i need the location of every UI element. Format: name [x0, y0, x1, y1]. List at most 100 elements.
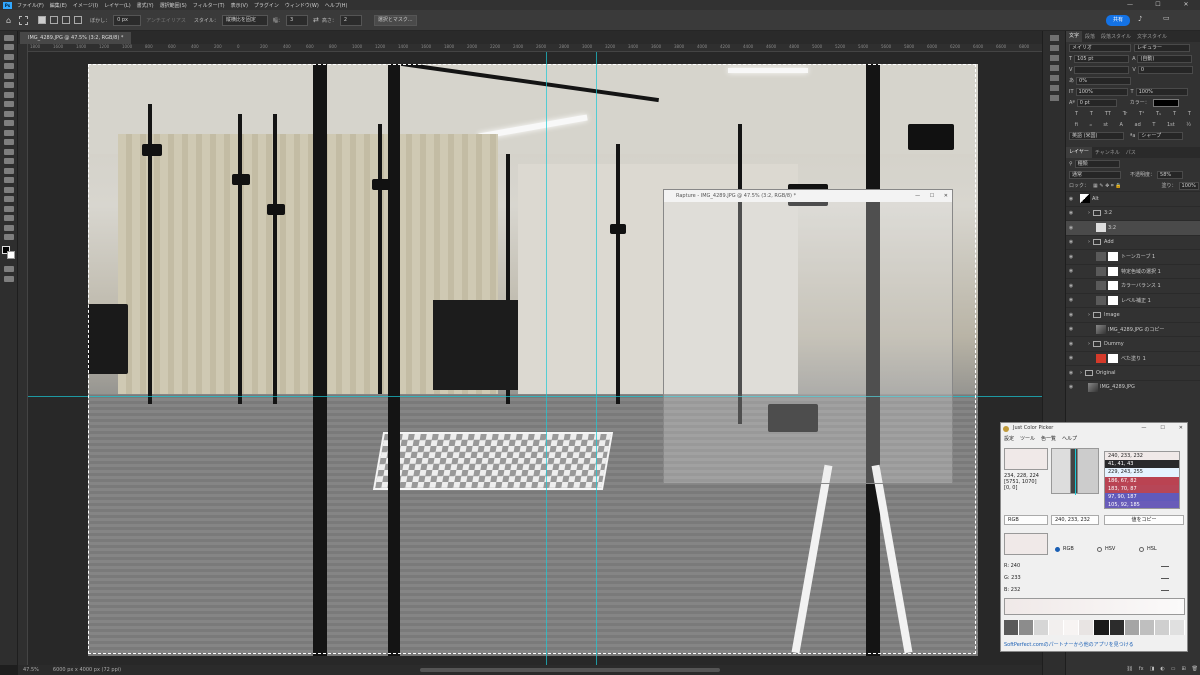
antialias-select[interactable]: シャープ: [1138, 131, 1184, 140]
properties-icon[interactable]: [1049, 45, 1059, 51]
swap-icon[interactable]: ⇄: [313, 16, 319, 24]
rapture-title-bar[interactable]: Rapture - IMG_4289.JPG @ 47.5% (3:2, RGB…: [664, 190, 952, 202]
color-history-item[interactable]: 229, 243, 255: [1105, 468, 1179, 477]
chevron-right-icon[interactable]: ›: [1088, 341, 1090, 347]
visibility-eye-icon[interactable]: ◉: [1066, 225, 1076, 231]
lasso-tool-icon[interactable]: [3, 53, 14, 60]
palette-swatch[interactable]: [1154, 620, 1170, 635]
palette-swatch[interactable]: [1004, 620, 1020, 635]
layer-row[interactable]: ◉ › Original: [1066, 365, 1200, 380]
paragraph-icon[interactable]: [1049, 65, 1059, 71]
palette-swatch[interactable]: [1034, 620, 1050, 635]
opacity-input[interactable]: 58%: [1157, 170, 1184, 179]
layer-row[interactable]: ◉ Alt: [1066, 191, 1200, 206]
tsume-input[interactable]: 0%: [1076, 76, 1132, 85]
strikethrough-button[interactable]: T: [1188, 111, 1191, 117]
frame-tool-icon[interactable]: [3, 82, 14, 88]
font-size-input[interactable]: 105 pt: [1074, 54, 1130, 63]
text-color-swatch[interactable]: [1152, 98, 1179, 107]
horizontal-scrollbar[interactable]: [420, 668, 720, 672]
tracking-input[interactable]: 0: [1137, 65, 1193, 74]
palette-swatch[interactable]: [1169, 620, 1185, 635]
clone-stamp-tool-icon[interactable]: [3, 120, 14, 126]
layer-row[interactable]: ◉ トーンカーブ 1: [1066, 249, 1200, 264]
add-selection-icon[interactable]: [50, 16, 59, 24]
color-history-item[interactable]: 41, 41, 43: [1105, 460, 1179, 469]
rapture-window[interactable]: Rapture - IMG_4289.JPG @ 47.5% (3:2, RGB…: [663, 189, 953, 484]
menu-type[interactable]: 書式(Y): [137, 2, 154, 9]
palette-swatch[interactable]: [1049, 620, 1065, 635]
screen-mode-icon[interactable]: [3, 275, 14, 282]
radio-hsv[interactable]: HSV: [1097, 546, 1115, 552]
discretionary-ligature-button[interactable]: st: [1103, 122, 1108, 128]
leading-input[interactable]: (自動): [1137, 54, 1193, 63]
visibility-eye-icon[interactable]: ◉: [1066, 210, 1076, 216]
gradient-tool-icon[interactable]: [3, 148, 14, 155]
palette-swatch[interactable]: [1079, 620, 1095, 635]
more-tools-icon[interactable]: [3, 234, 14, 240]
document-info[interactable]: 6000 px x 4000 px (72 ppi): [53, 667, 121, 673]
format-select[interactable]: RGB: [1004, 515, 1048, 525]
faux-italic-button[interactable]: T: [1090, 111, 1093, 117]
zoom-tool-icon[interactable]: [3, 224, 14, 231]
layer-row[interactable]: ◉ べた塗り 1: [1066, 350, 1200, 366]
height-input[interactable]: 2: [339, 14, 362, 26]
workspace-icon[interactable]: ▭: [1163, 14, 1170, 22]
palette-swatch[interactable]: [1094, 620, 1110, 635]
menu-view[interactable]: 表示(V): [231, 2, 248, 9]
baseline-shift-input[interactable]: 0 pt: [1076, 98, 1117, 107]
visibility-eye-icon[interactable]: ◉: [1066, 283, 1076, 289]
move-tool-icon[interactable]: [3, 34, 14, 41]
vertical-ruler[interactable]: [18, 44, 28, 665]
visibility-eye-icon[interactable]: ◉: [1066, 312, 1076, 318]
tab-character[interactable]: 文字: [1066, 31, 1083, 42]
color-mixer-swatch[interactable]: [1004, 533, 1048, 555]
rapture-close-button[interactable]: ✕: [944, 193, 948, 199]
pen-tool-icon[interactable]: [3, 177, 14, 183]
jcp-title-bar[interactable]: Just Color Picker — ☐ ✕: [1001, 423, 1187, 434]
minimize-button[interactable]: —: [1116, 0, 1144, 10]
color-history-item[interactable]: 97, 90, 187: [1105, 492, 1179, 502]
jcp-maximize-button[interactable]: ☐: [1160, 423, 1164, 434]
visibility-eye-icon[interactable]: ◉: [1066, 341, 1076, 347]
layer-row[interactable]: ◉ › Dummy: [1066, 336, 1200, 351]
jcp-menu-color-list[interactable]: 色一覧: [1041, 434, 1056, 444]
dodge-tool-icon[interactable]: [3, 167, 14, 174]
fractions-button[interactable]: ½: [1186, 122, 1191, 128]
chevron-right-icon[interactable]: ›: [1080, 370, 1082, 376]
slider-b[interactable]: [1161, 590, 1169, 591]
blend-mode-select[interactable]: 通常: [1069, 170, 1121, 179]
comments-icon[interactable]: [1049, 55, 1059, 61]
link-icon[interactable]: ⛓: [1127, 666, 1133, 672]
folder-icon[interactable]: ▭: [1171, 666, 1176, 672]
vertical-scale-input[interactable]: 100%: [1075, 87, 1128, 96]
rapture-minimize-button[interactable]: —: [915, 193, 920, 199]
palette-swatch[interactable]: [1064, 620, 1080, 635]
visibility-eye-icon[interactable]: ◉: [1066, 196, 1076, 202]
tab-layers[interactable]: レイヤー: [1066, 147, 1092, 158]
underline-button[interactable]: T: [1173, 111, 1176, 117]
fx-icon[interactable]: fx: [1139, 666, 1144, 672]
palette-swatch[interactable]: [1139, 620, 1155, 635]
subtract-selection-icon[interactable]: [62, 16, 71, 24]
font-style-select[interactable]: レギュラー: [1134, 43, 1190, 52]
visibility-eye-icon[interactable]: ◉: [1066, 355, 1076, 361]
contextual-alternates-button[interactable]: ℴ: [1090, 122, 1092, 128]
radio-rgb[interactable]: RGB: [1055, 546, 1074, 552]
copy-value-button[interactable]: 値をコピー: [1104, 515, 1184, 525]
home-icon[interactable]: ⌂: [6, 16, 11, 25]
layer-kind-filter[interactable]: 種類: [1074, 159, 1120, 168]
visibility-eye-icon[interactable]: ◉: [1066, 254, 1076, 260]
tab-paths[interactable]: パス: [1123, 149, 1139, 156]
width-input[interactable]: 3: [285, 14, 308, 26]
menu-image[interactable]: イメージ(I): [73, 2, 98, 9]
color-swatches[interactable]: [1, 246, 16, 260]
layer-row[interactable]: ◉ レベル補正 1: [1066, 292, 1200, 308]
horizontal-ruler[interactable]: 1800 1600 1400 1200 1000 800 600 400 200 0 200 400 6…: [28, 44, 1042, 52]
menu-filter[interactable]: フィルター(T): [193, 2, 225, 9]
path-selection-tool-icon[interactable]: [3, 196, 14, 202]
marquee-tool-icon[interactable]: [3, 44, 14, 50]
palette-swatch[interactable]: [1124, 620, 1140, 635]
brushes-icon[interactable]: [1049, 85, 1059, 91]
type-tool-icon[interactable]: [3, 186, 14, 193]
